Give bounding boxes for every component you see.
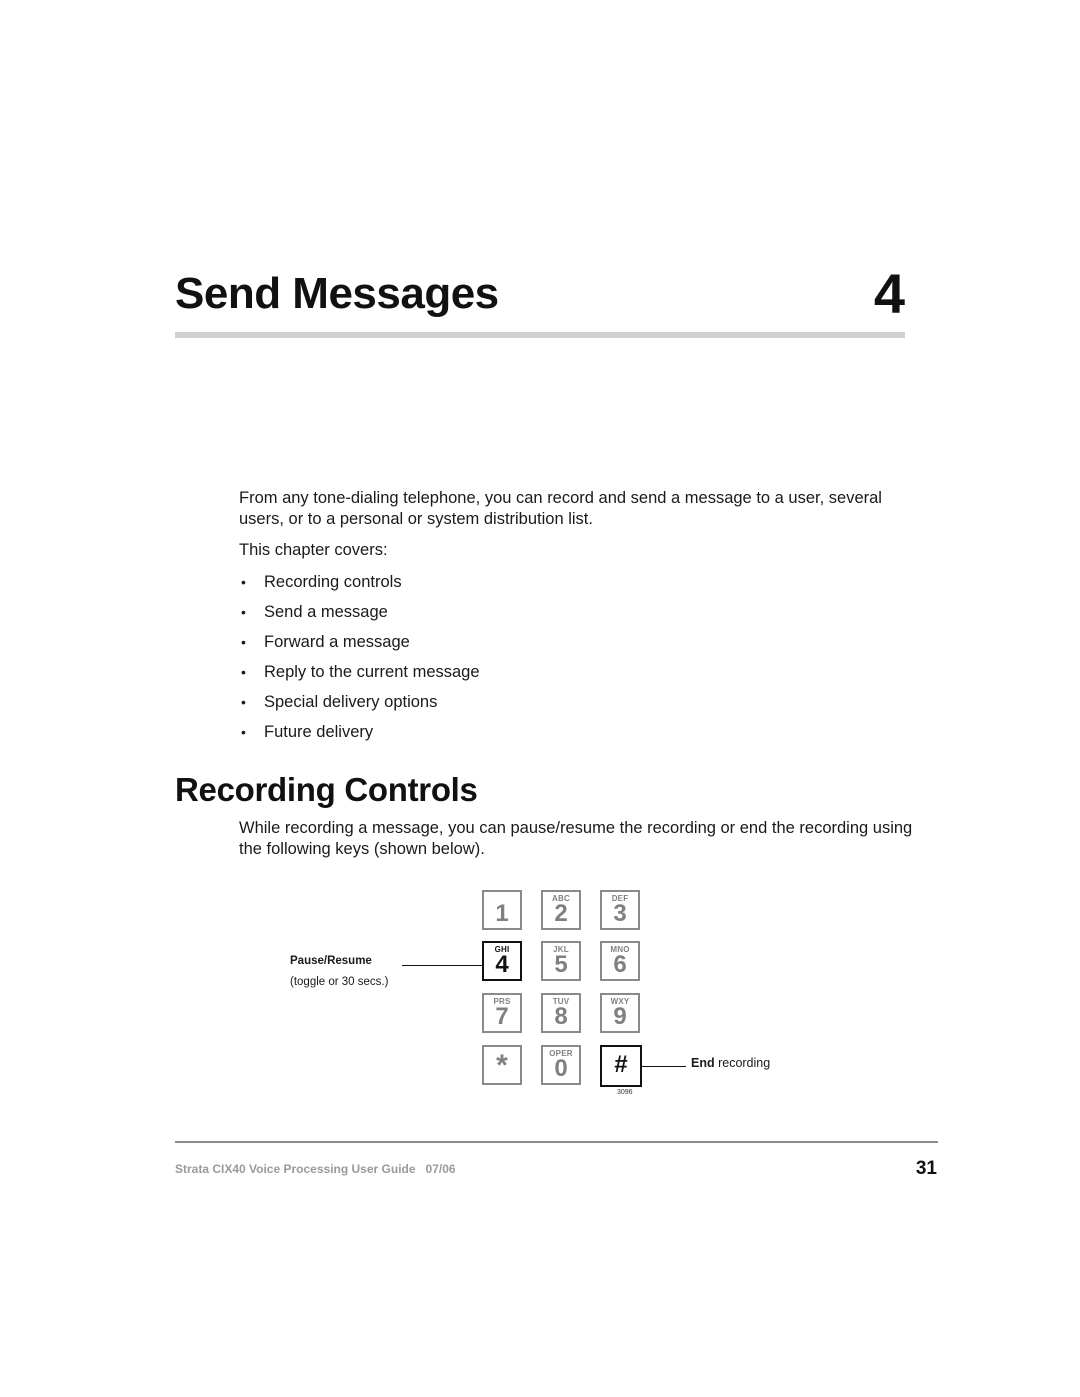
pause-callout-line (402, 965, 482, 966)
pause-resume-label: Pause/Resume (290, 955, 372, 967)
list-item-label: Send a message (264, 603, 388, 621)
page-number: 31 (915, 1158, 937, 1179)
chapter-covers-label: This chapter covers: (239, 541, 388, 559)
keypad-key-3: DEF 3 (600, 890, 640, 930)
bullet-icon: • (241, 664, 246, 680)
footer-date: 07/06 (425, 1162, 456, 1176)
keypad-key-1: 1 (482, 890, 522, 930)
list-item: • Recording controls (239, 570, 480, 600)
pound-icon: # (614, 1051, 628, 1078)
list-item-label: Future delivery (264, 723, 374, 741)
key-digit: 9 (613, 1003, 627, 1030)
bullet-icon: • (241, 694, 246, 710)
key-digit: 4 (495, 951, 509, 978)
list-item-label: Recording controls (264, 573, 402, 591)
section-paragraph: While recording a message, you can pause… (239, 819, 913, 858)
key-digit: 7 (495, 1003, 509, 1030)
bullet-icon: • (241, 574, 246, 590)
list-item-label: Forward a message (264, 633, 410, 651)
end-label-bold: End (691, 1056, 715, 1070)
chapter-topics-list: • Recording controls • Send a message • For… (239, 570, 480, 750)
keypad-key-9: WXY 9 (600, 993, 640, 1033)
chapter-title: Send Messages (175, 269, 499, 318)
list-item: • Forward a message (239, 630, 480, 660)
asterisk-icon: * (496, 1049, 508, 1082)
key-digit: 1 (495, 900, 509, 927)
keypad-key-0: OPER 0 (541, 1045, 581, 1085)
list-item: • Future delivery (239, 720, 480, 750)
keypad-key-4-pause-resume: GHI 4 (482, 941, 522, 981)
figure-id: 3096 (617, 1089, 633, 1096)
pause-resume-sublabel: (toggle or 30 secs.) (290, 976, 389, 988)
key-digit: 2 (554, 900, 568, 927)
bullet-icon: • (241, 724, 246, 740)
bullet-icon: • (241, 604, 246, 620)
intro-paragraph: From any tone-dialing telephone, you can… (239, 489, 882, 528)
end-recording-label: End recording (691, 1056, 770, 1070)
key-digit: 5 (554, 951, 568, 978)
key-digit: 8 (554, 1003, 568, 1030)
keypad-key-6: MNO 6 (600, 941, 640, 981)
section-title: Recording Controls (175, 771, 478, 808)
footer-guide-title: Strata CIX40 Voice Processing User Guide (175, 1162, 416, 1176)
footer-rule (175, 1141, 938, 1143)
key-digit: 0 (554, 1055, 568, 1082)
end-callout-line (642, 1066, 686, 1067)
bullet-icon: • (241, 634, 246, 650)
end-label-rest: recording (714, 1056, 771, 1070)
keypad-key-2: ABC 2 (541, 890, 581, 930)
chapter-title-rule (175, 332, 905, 338)
footer-guide-info: Strata CIX40 Voice Processing User Guide… (175, 1162, 456, 1176)
keypad-key-pound-end: # (600, 1045, 642, 1087)
keypad-key-7: PRS 7 (482, 993, 522, 1033)
list-item-label: Reply to the current message (264, 663, 480, 681)
list-item-label: Special delivery options (264, 693, 438, 711)
keypad-key-5: JKL 5 (541, 941, 581, 981)
list-item: • Special delivery options (239, 690, 480, 720)
keypad-key-star: * (482, 1045, 522, 1085)
chapter-number: 4 (873, 262, 905, 325)
list-item: • Reply to the current message (239, 660, 480, 690)
key-digit: 3 (613, 900, 627, 927)
key-digit: 6 (613, 951, 627, 978)
list-item: • Send a message (239, 600, 480, 630)
keypad-key-8: TUV 8 (541, 993, 581, 1033)
